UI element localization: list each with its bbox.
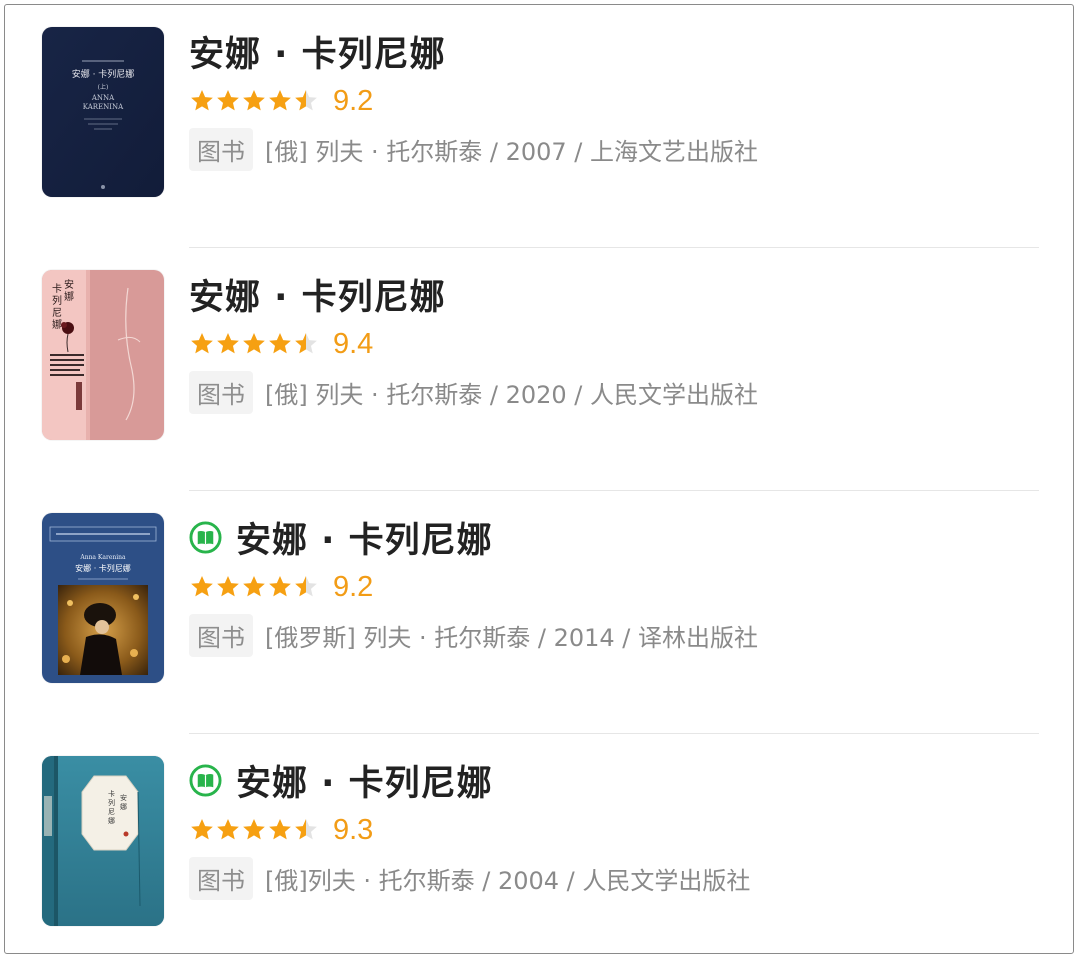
category-tag: 图书: [189, 127, 253, 171]
book-result-item[interactable]: 安 娜 卡 列 尼 娜: [5, 734, 1073, 977]
star-half-icon: [295, 575, 317, 597]
star-half-icon: [295, 818, 317, 840]
book-title-row: 安娜 · 卡列尼娜: [189, 513, 493, 561]
search-results-panel: 安娜 · 卡列尼娜 (上) ANNA KARENINA 安娜 · 卡列尼娜 9.…: [4, 4, 1074, 954]
rating-score: 9.2: [333, 84, 374, 117]
star-full-icon: [243, 575, 265, 597]
star-full-icon: [269, 575, 291, 597]
star-full-icon: [243, 89, 265, 111]
category-tag: 图书: [189, 856, 253, 900]
svg-text:列: 列: [52, 294, 62, 307]
rating-row: 9.3: [189, 810, 373, 850]
star-full-icon: [191, 575, 213, 597]
book-meta-row: 图书 [俄] 列夫 · 托尔斯泰 / 2020 / 人民文学出版社: [189, 370, 759, 414]
star-full-icon: [217, 818, 239, 840]
book-meta-row: 图书 [俄]列夫 · 托尔斯泰 / 2004 / 人民文学出版社: [189, 856, 751, 900]
star-full-icon: [269, 818, 291, 840]
rating-score: 9.4: [333, 327, 374, 360]
star-half-icon: [295, 89, 317, 111]
book-meta-row: 图书 [俄罗斯] 列夫 · 托尔斯泰 / 2014 / 译林出版社: [189, 613, 759, 657]
rating-row: 9.4: [189, 324, 373, 364]
svg-text:娜: 娜: [52, 318, 62, 331]
cover-en-title: Anna Karenina: [79, 554, 126, 561]
star-full-icon: [217, 575, 239, 597]
book-title-row: 安娜 · 卡列尼娜: [189, 27, 446, 75]
star-rating: [189, 817, 319, 843]
svg-text:卡: 卡: [108, 789, 115, 798]
svg-text:娜: 娜: [120, 802, 127, 811]
book-result-item[interactable]: Anna Karenina 安娜 · 卡列尼娜 安娜 · 卡列尼娜 9.2 图书…: [5, 491, 1073, 734]
book-cover-image[interactable]: 安 娜 卡 列 尼 娜: [42, 756, 164, 926]
star-full-icon: [243, 818, 265, 840]
svg-text:卡: 卡: [52, 282, 62, 295]
svg-text:KARENINA: KARENINA: [83, 103, 124, 111]
book-meta-text: [俄] 列夫 · 托尔斯泰 / 2007 / 上海文艺出版社: [265, 137, 759, 166]
star-full-icon: [269, 89, 291, 111]
book-cover-image[interactable]: Anna Karenina 安娜 · 卡列尼娜: [42, 513, 164, 683]
star-rating: [189, 574, 319, 600]
book-title-row: 安娜 · 卡列尼娜: [189, 756, 493, 804]
book-title-link[interactable]: 安娜 · 卡列尼娜: [189, 269, 446, 320]
star-full-icon: [217, 332, 239, 354]
reading-badge-icon[interactable]: [189, 520, 222, 554]
book-cover-image[interactable]: 安 娜 卡 列 尼 娜: [42, 270, 164, 440]
cover-title-text: 安娜 · 卡列尼娜: [72, 68, 135, 80]
star-full-icon: [243, 332, 265, 354]
star-full-icon: [191, 89, 213, 111]
star-rating: [189, 88, 319, 114]
book-meta-text: [俄] 列夫 · 托尔斯泰 / 2020 / 人民文学出版社: [265, 380, 759, 409]
star-full-icon: [217, 89, 239, 111]
star-full-icon: [191, 332, 213, 354]
book-result-item[interactable]: 安 娜 卡 列 尼 娜: [5, 248, 1073, 491]
category-tag: 图书: [189, 613, 253, 657]
book-cover-image[interactable]: 安娜 · 卡列尼娜 (上) ANNA KARENINA: [42, 27, 164, 197]
svg-text:娜: 娜: [64, 290, 74, 303]
svg-text:列: 列: [108, 798, 115, 807]
cover-title-text: 安娜 · 卡列尼娜: [75, 563, 131, 573]
category-tag: 图书: [189, 370, 253, 414]
book-title-row: 安娜 · 卡列尼娜: [189, 270, 446, 318]
rating-score: 9.3: [333, 813, 374, 846]
star-rating: [189, 331, 319, 357]
book-meta-text: [俄罗斯] 列夫 · 托尔斯泰 / 2014 / 译林出版社: [265, 623, 759, 652]
star-full-icon: [269, 332, 291, 354]
star-half-icon: [295, 332, 317, 354]
svg-text:ANNA: ANNA: [91, 94, 115, 102]
svg-text:尼: 尼: [108, 808, 115, 816]
rating-score: 9.2: [333, 570, 374, 603]
book-title-link[interactable]: 安娜 · 卡列尼娜: [236, 755, 493, 806]
book-result-list: 安娜 · 卡列尼娜 (上) ANNA KARENINA 安娜 · 卡列尼娜 9.…: [5, 5, 1073, 953]
rating-row: 9.2: [189, 567, 373, 607]
svg-text:安: 安: [64, 278, 74, 291]
svg-text:尼: 尼: [52, 307, 62, 319]
book-meta-row: 图书 [俄] 列夫 · 托尔斯泰 / 2007 / 上海文艺出版社: [189, 127, 759, 171]
book-title-link[interactable]: 安娜 · 卡列尼娜: [189, 26, 446, 77]
cover-volume-text: (上): [98, 83, 109, 91]
book-result-item[interactable]: 安娜 · 卡列尼娜 (上) ANNA KARENINA 安娜 · 卡列尼娜 9.…: [5, 5, 1073, 248]
star-full-icon: [191, 818, 213, 840]
svg-text:娜: 娜: [108, 816, 115, 825]
svg-text:安: 安: [120, 793, 127, 802]
book-meta-text: [俄]列夫 · 托尔斯泰 / 2004 / 人民文学出版社: [265, 866, 751, 895]
book-title-link[interactable]: 安娜 · 卡列尼娜: [236, 512, 493, 563]
rating-row: 9.2: [189, 81, 373, 121]
reading-badge-icon[interactable]: [189, 763, 222, 797]
